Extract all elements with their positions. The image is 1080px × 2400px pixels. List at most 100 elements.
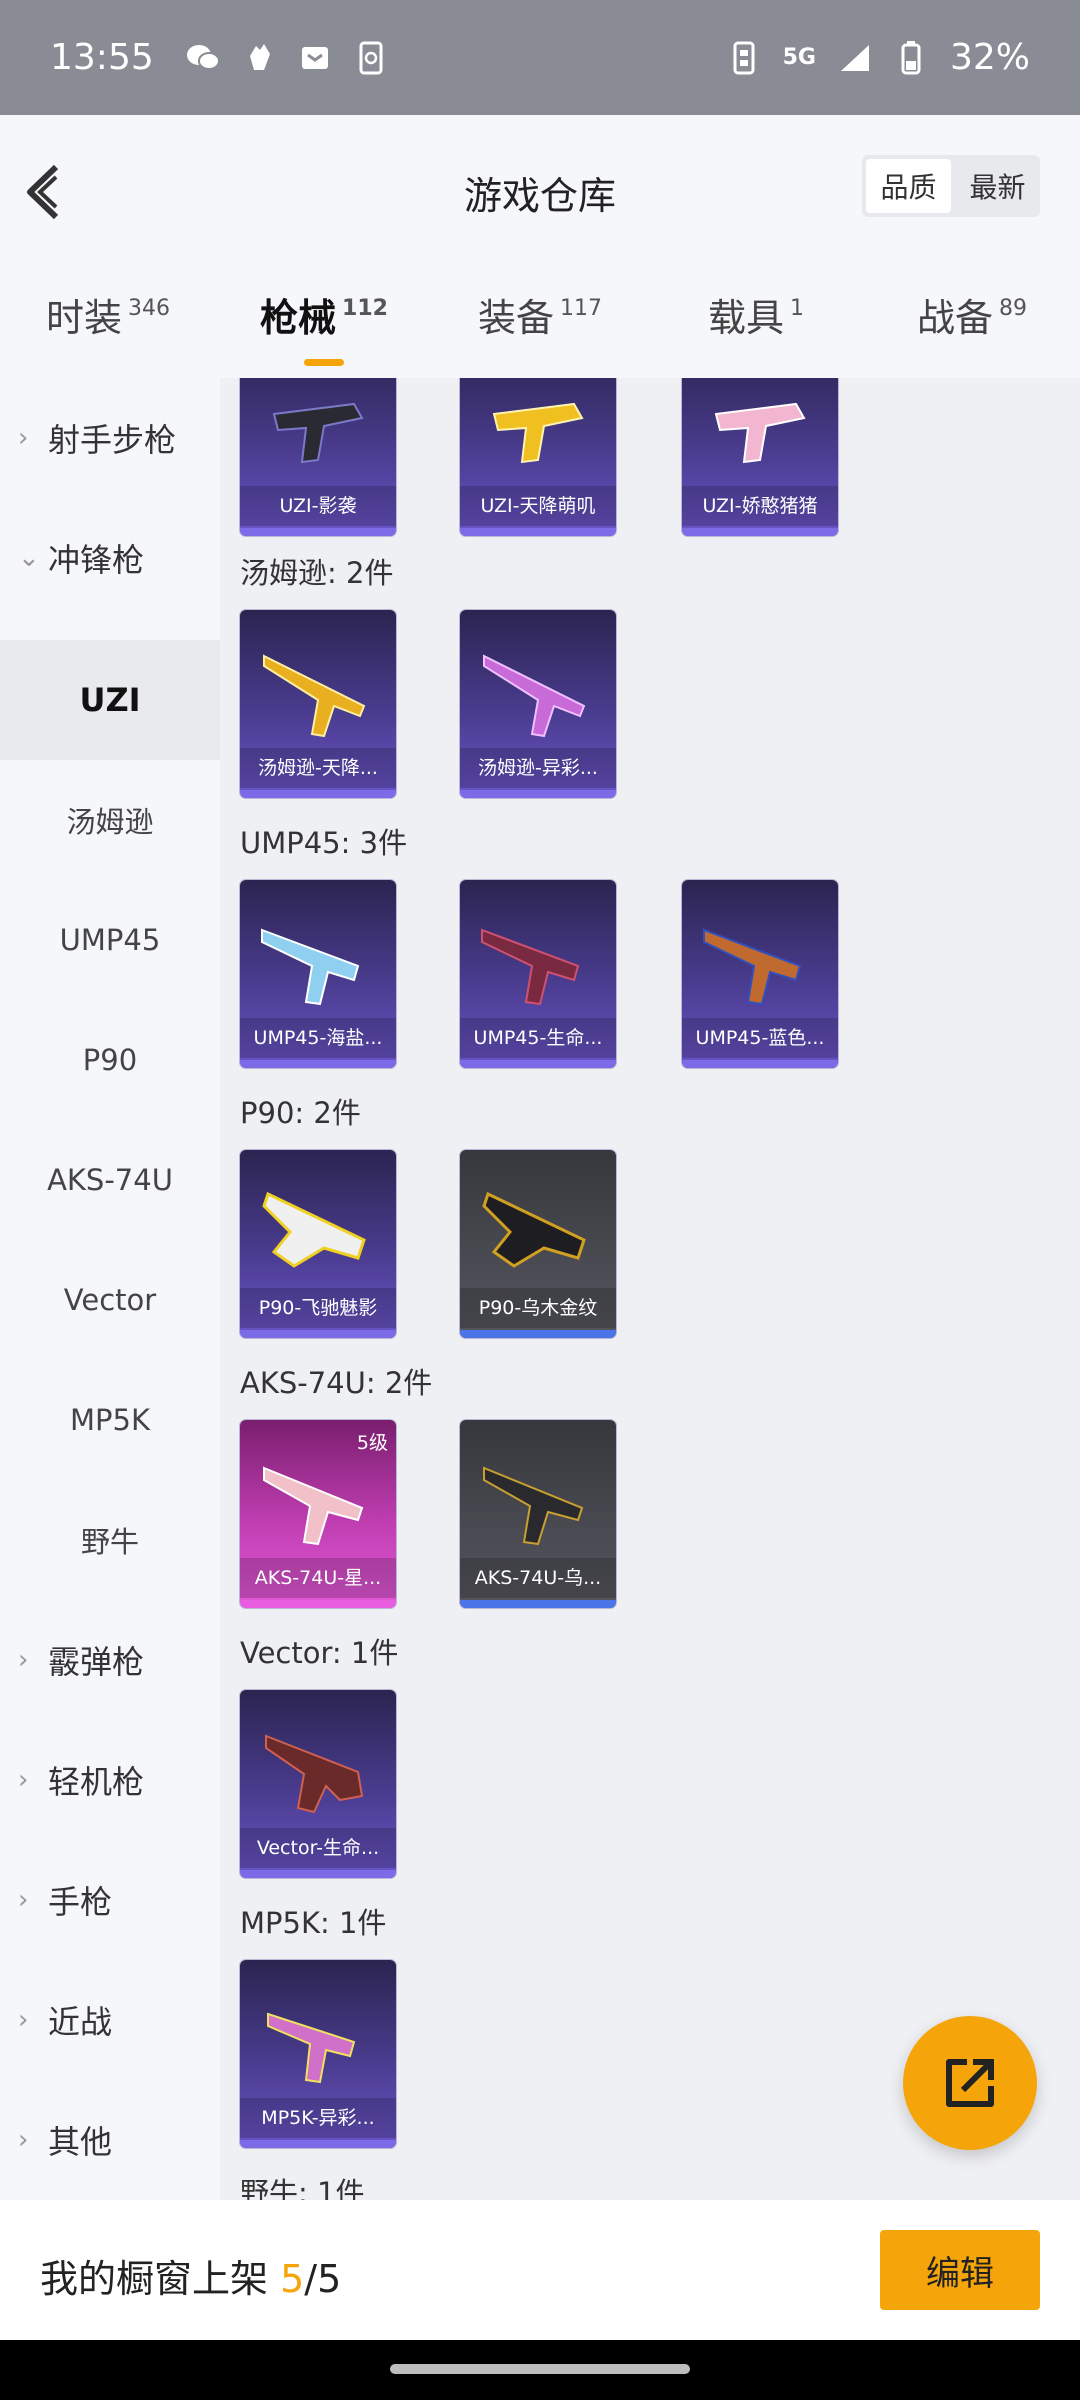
group-title: MP5K: 1件 xyxy=(240,1906,387,1940)
chevron-right-icon: › xyxy=(18,1765,29,1795)
weapon-card[interactable]: AKS-74U-乌... xyxy=(460,1420,616,1608)
weapon-card[interactable]: UZI-天降萌叽 xyxy=(460,378,616,536)
group-title: 野牛: 1件 xyxy=(240,2176,365,2200)
tab-count: 117 xyxy=(560,295,602,321)
network-type: 5G xyxy=(782,45,816,70)
sidebar-item-mp5k[interactable]: MP5K xyxy=(0,1360,220,1480)
group-title: UMP45: 3件 xyxy=(240,826,408,860)
sidebar-item-lmg[interactable]: › 轻机枪 xyxy=(0,1720,220,1840)
uzi-gun-icon xyxy=(714,402,806,464)
vector-gun-icon xyxy=(265,1734,364,1814)
sidebar-item-marksman-rifle[interactable]: › 射手步枪 xyxy=(0,378,220,498)
status-bar: 13:55 5G 32% xyxy=(0,0,1080,115)
mail-icon xyxy=(298,41,332,75)
weapon-card[interactable]: 5级 AKS-74U-星... xyxy=(240,1420,396,1608)
gesture-icon xyxy=(242,41,276,75)
weapon-name: AKS-74U-星... xyxy=(240,1558,396,1598)
weapon-card[interactable]: UMP45-海盐... xyxy=(240,880,396,1068)
share-button[interactable] xyxy=(903,2016,1037,2150)
sidebar-item-label: 汤姆逊 xyxy=(66,805,154,839)
tab-label: 载具 xyxy=(707,295,784,340)
sidebar-item-label: UZI xyxy=(79,681,141,719)
signal-icon xyxy=(838,41,872,75)
chevron-down-icon: ⌄ xyxy=(18,543,40,573)
sidebar-item-label: 轻机枪 xyxy=(48,1763,145,1801)
weapon-name: P90-乌木金纹 xyxy=(460,1288,616,1328)
sidebar-item-smg[interactable]: ⌄ 冲锋枪 xyxy=(0,498,220,618)
mp5k-gun-icon xyxy=(267,2012,356,2084)
chevron-right-icon: › xyxy=(18,2005,29,2035)
uzi-gun-icon xyxy=(492,402,584,464)
sidebar-item-shotgun[interactable]: › 霰弹枪 xyxy=(0,1600,220,1720)
weapon-card[interactable]: UMP45-生命... xyxy=(460,880,616,1068)
status-time: 13:55 xyxy=(50,37,154,78)
tab-fashion[interactable]: 时装 346 xyxy=(0,287,216,352)
sidebar-item-vector[interactable]: Vector xyxy=(0,1240,220,1360)
sidebar-item-aks74u[interactable]: AKS-74U xyxy=(0,1120,220,1240)
tab-count: 1 xyxy=(790,295,804,321)
sidebar-item-label: Vector xyxy=(63,1283,157,1317)
tab-equipment[interactable]: 装备 117 xyxy=(432,287,648,352)
tab-label: 时装 xyxy=(45,295,122,340)
tab-supplies[interactable]: 战备 89 xyxy=(864,287,1080,352)
weapon-card[interactable]: MP5K-异彩... xyxy=(240,1960,396,2148)
tab-vehicles[interactable]: 载具 1 xyxy=(648,287,864,352)
weapon-name: Vector-生命... xyxy=(240,1828,396,1868)
weapon-card[interactable]: 汤姆逊-异彩... xyxy=(460,610,616,798)
weapon-name: 汤姆逊-天降... xyxy=(240,748,396,788)
weapon-card[interactable]: P90-飞驰魅影 xyxy=(240,1150,396,1338)
wechat-icon xyxy=(186,41,220,75)
thompson-gun-icon xyxy=(263,654,366,738)
thompson-gun-icon xyxy=(483,654,586,738)
phone-sync-icon xyxy=(354,41,388,75)
weapon-card[interactable]: UMP45-蓝色... xyxy=(682,880,838,1068)
weapon-card[interactable]: UZI-娇憨猪猪 xyxy=(682,378,838,536)
weapon-name: AKS-74U-乌... xyxy=(460,1558,616,1598)
showcase-status: 我的橱窗上架 5/5 xyxy=(40,2248,341,2303)
sort-latest-button[interactable]: 最新 xyxy=(955,155,1040,217)
weapon-name: MP5K-异彩... xyxy=(240,2098,396,2138)
chevron-right-icon: › xyxy=(18,423,29,453)
sidebar-item-p90[interactable]: P90 xyxy=(0,1000,220,1120)
sidebar-item-uzi[interactable]: UZI xyxy=(0,640,220,760)
showcase-current: 5 xyxy=(280,2257,305,2301)
weapon-sidebar: › 射手步枪 ⌄ 冲锋枪 UZI 汤姆逊 UMP45 P90 AKS-74U Vec… xyxy=(0,378,220,2200)
edit-button[interactable]: 编辑 xyxy=(880,2230,1040,2310)
tab-count: 112 xyxy=(342,295,388,321)
sidebar-item-label: UMP45 xyxy=(59,923,161,957)
sidebar-item-label: 冲锋枪 xyxy=(48,541,145,579)
tab-firearms[interactable]: 枪械 112 xyxy=(216,287,432,352)
weapon-card[interactable]: 汤姆逊-天降... xyxy=(240,610,396,798)
weapon-name: UMP45-生命... xyxy=(460,1018,616,1058)
group-title: 汤姆逊: 2件 xyxy=(240,556,394,590)
weapon-card[interactable]: UZI-影袭 xyxy=(240,378,396,536)
group-title: AKS-74U: 2件 xyxy=(240,1366,433,1400)
weapon-card[interactable]: Vector-生命... xyxy=(240,1690,396,1878)
weapon-name: UZI-影袭 xyxy=(240,486,396,526)
aks74u-gun-icon xyxy=(263,1466,364,1546)
sidebar-item-pistol[interactable]: › 手枪 xyxy=(0,1840,220,1960)
chevron-right-icon: › xyxy=(18,1645,29,1675)
sort-toggle: 品质 最新 xyxy=(862,155,1040,217)
back-arrow-icon xyxy=(27,164,59,220)
sidebar-item-label: 霰弹枪 xyxy=(48,1643,145,1681)
ump45-gun-icon xyxy=(703,928,802,1006)
home-gesture-bar[interactable] xyxy=(390,2364,690,2374)
sidebar-item-label: 近战 xyxy=(48,2003,113,2041)
tab-label: 枪械 xyxy=(260,295,337,340)
back-button[interactable] xyxy=(18,155,78,225)
group-title: P90: 2件 xyxy=(240,1096,361,1130)
sidebar-item-thompson[interactable]: 汤姆逊 xyxy=(0,760,220,880)
chevron-right-icon: › xyxy=(18,2125,29,2155)
weapon-card[interactable]: P90-乌木金纹 xyxy=(460,1150,616,1338)
sidebar-item-melee[interactable]: › 近战 xyxy=(0,1960,220,2080)
sidebar-item-label: 其他 xyxy=(48,2123,113,2161)
weapon-name: UMP45-海盐... xyxy=(240,1018,396,1058)
sidebar-item-ump45[interactable]: UMP45 xyxy=(0,880,220,1000)
sort-quality-button[interactable]: 品质 xyxy=(866,159,951,213)
weapon-content: UZI-影袭 UZI-天降萌叽 UZI-娇憨猪猪 汤姆逊: 2件 汤姆逊-天降.… xyxy=(220,378,1080,2200)
sidebar-item-bizon[interactable]: 野牛 xyxy=(0,1480,220,1600)
sidebar-item-other[interactable]: › 其他 xyxy=(0,2080,220,2200)
uzi-gun-icon xyxy=(272,402,364,464)
sidebar-item-label: 手枪 xyxy=(48,1883,113,1921)
